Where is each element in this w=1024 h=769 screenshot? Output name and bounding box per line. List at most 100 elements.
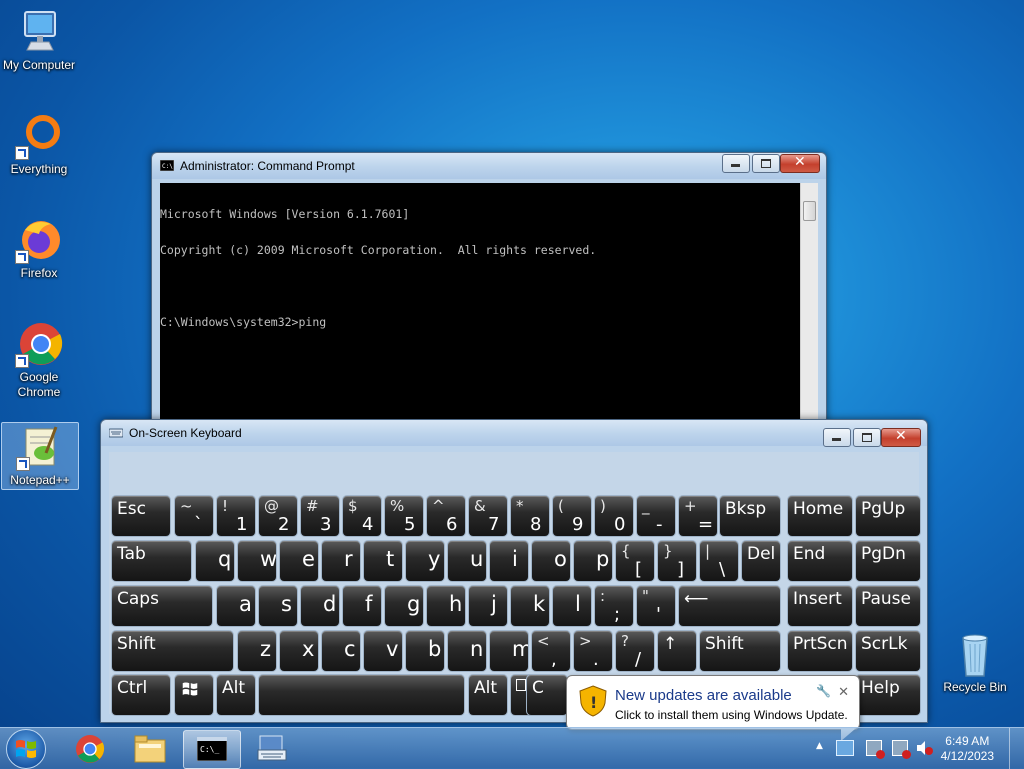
key-number-row[interactable]: ) 0 [594,495,634,537]
show-desktop-button[interactable] [1009,728,1024,769]
key-alt-right[interactable]: Alt [468,674,508,716]
key-number-row[interactable]: ~ ` [174,495,214,537]
key-letter[interactable]: q [195,540,235,582]
windows-update-tray-icon[interactable] [836,740,854,756]
key-letter[interactable]: r [321,540,361,582]
cmd-titlebar[interactable]: C:\ Administrator: Command Prompt ✕ [152,153,826,179]
minimize-button[interactable] [722,154,750,173]
key-shift-left[interactable]: Shift [111,630,234,672]
key-symbol[interactable]: ? / [615,630,655,672]
key-end[interactable]: End [787,540,853,582]
key-number-row[interactable]: + = [678,495,718,537]
key-letter[interactable]: n [447,630,487,672]
maximize-button[interactable] [752,154,780,173]
desktop-icon-my-computer[interactable]: My Computer [1,8,77,73]
key-tab[interactable]: Tab [111,540,192,582]
key-number-row[interactable]: * 8 [510,495,550,537]
key-space[interactable] [258,674,465,716]
key-c-partial[interactable]: C [526,674,568,716]
scrollbar-thumb[interactable] [803,201,816,221]
key-letter[interactable]: m [489,630,529,672]
key-symbol[interactable]: :; [594,585,634,627]
desktop-icon-everything[interactable]: Everything [1,112,77,177]
key-letter[interactable]: i [489,540,529,582]
key-letter[interactable]: l [552,585,592,627]
key-caps[interactable]: Caps [111,585,213,627]
key-symbol[interactable]: >. [573,630,613,672]
tray-expand-button[interactable]: ▲ [816,741,823,751]
key-number-row[interactable]: #3 [300,495,340,537]
key-pause[interactable]: Pause [855,585,921,627]
key-letter[interactable]: s [258,585,298,627]
network-icon[interactable] [892,740,911,759]
key-symbol[interactable]: <, [531,630,571,672]
notification-close-button[interactable]: ✕ [838,684,849,700]
key-letter[interactable]: p [573,540,613,582]
key-letter[interactable]: y [405,540,445,582]
key-letter[interactable]: j [468,585,508,627]
key-home[interactable]: Home [787,495,853,537]
key-backspace[interactable]: Bksp [719,495,781,537]
key-letter[interactable]: c [321,630,361,672]
key-symbol[interactable]: " ' [636,585,676,627]
key-letter[interactable]: b [405,630,445,672]
key-delete[interactable]: Del [741,540,781,582]
key-esc[interactable]: Esc [111,495,171,537]
key-letter[interactable]: v [363,630,403,672]
key-number-row[interactable]: @2 [258,495,298,537]
key-letter[interactable]: k [510,585,550,627]
minimize-button[interactable] [823,428,851,447]
key-shift-right[interactable]: Shift [699,630,781,672]
key-letter[interactable]: a [216,585,256,627]
key-alt-left[interactable]: Alt [216,674,256,716]
key-letter[interactable]: h [426,585,466,627]
desktop-icon-recycle-bin[interactable]: Recycle Bin [937,630,1013,695]
key-ctrl[interactable]: Ctrl [111,674,171,716]
start-button[interactable] [6,729,46,769]
key-letter[interactable]: w [237,540,277,582]
taskbar-osk[interactable] [244,730,300,767]
key-letter[interactable]: x [279,630,319,672]
maximize-button[interactable] [853,428,881,447]
key-symbol[interactable]: | \ [699,540,739,582]
key-letter[interactable]: f [342,585,382,627]
key-number-row[interactable]: _ - [636,495,676,537]
key-prtscn[interactable]: PrtScn [787,630,853,672]
key-symbol[interactable]: {[ [615,540,655,582]
key-windows[interactable] [174,674,214,716]
key-letter[interactable]: d [300,585,340,627]
key-number-row[interactable]: ^ 6 [426,495,466,537]
close-button[interactable]: ✕ [780,154,820,173]
key-up-arrow[interactable]: ↑ [657,630,697,672]
key-letter[interactable]: t [363,540,403,582]
key-insert[interactable]: Insert [787,585,853,627]
update-notification[interactable]: ! New updates are available Click to ins… [566,675,860,741]
cmd-console[interactable]: Microsoft Windows [Version 6.1.7601] Cop… [160,183,818,423]
desktop-icon-chrome[interactable]: Google Chrome [1,320,77,400]
key-letter[interactable]: z [237,630,277,672]
action-center-icon[interactable] [866,740,885,759]
key-symbol[interactable]: }] [657,540,697,582]
cmd-scrollbar[interactable] [800,183,818,423]
key-letter[interactable]: o [531,540,571,582]
key-number-row[interactable]: (9 [552,495,592,537]
desktop-icon-notepadpp[interactable]: Notepad++ [1,422,79,490]
desktop-icon-firefox[interactable]: Firefox [1,216,77,281]
tray-clock[interactable]: 6:49 AM 4/12/2023 [941,734,994,764]
key-number-row[interactable]: ! 1 [216,495,256,537]
key-pgup[interactable]: PgUp [855,495,921,537]
key-pgdn[interactable]: PgDn [855,540,921,582]
volume-icon[interactable] [916,740,933,755]
key-letter[interactable]: e [279,540,319,582]
taskbar-explorer[interactable] [122,730,178,767]
key-scrlk[interactable]: ScrLk [855,630,921,672]
key-number-row[interactable]: % 5 [384,495,424,537]
osk-titlebar[interactable]: On-Screen Keyboard ✕ [101,420,927,447]
close-button[interactable]: ✕ [881,428,921,447]
taskbar-chrome[interactable] [62,730,118,767]
key-number-row[interactable]: & 7 [468,495,508,537]
key-enter[interactable]: ⟵ [678,585,781,627]
key-number-row[interactable]: $4 [342,495,382,537]
taskbar-cmd[interactable]: C:\_ [183,730,241,769]
notification-options-icon[interactable]: 🔧 [816,684,831,698]
